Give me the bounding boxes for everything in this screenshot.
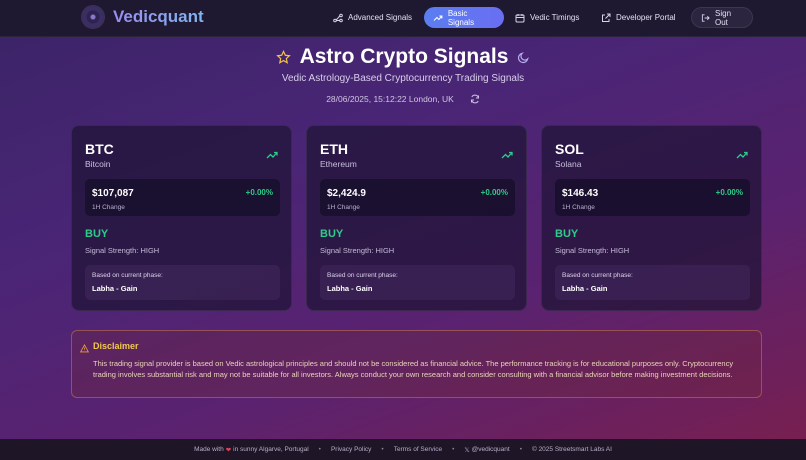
nav-label: Developer Portal [616,13,676,22]
card-change: +0.00% [715,188,743,197]
trend-up-icon [501,151,513,159]
star-icon [275,49,291,64]
footer-separator: • [381,446,384,453]
card-symbol: BTC [85,141,114,157]
card-symbol: SOL [555,141,584,157]
card-change: +0.00% [245,188,273,197]
phase-value: Labha - Gain [562,284,608,293]
disclaimer-text: This trading signal provider is based on… [93,359,734,379]
social-handle-link[interactable]: @vedicquant [472,446,510,453]
nav-developer-portal[interactable]: Developer Portal [592,7,685,28]
price-box: $146.43 +0.00% 1H Change [555,179,750,216]
card-price: $2,424.9 [327,188,366,199]
nav-label: Vedic Timings [530,13,580,22]
card-change-label: 1H Change [92,204,125,211]
card-signal: BUY [320,228,344,240]
moon-icon [518,51,530,63]
timestamp-row: 28/06/2025, 15:12:22 London, UK [0,94,806,104]
nav-basic-signals[interactable]: Basic Signals [424,7,504,28]
card-signal: BUY [85,228,109,240]
copyright: © 2025 Streetsmart Labs AI [531,446,612,453]
timestamp: 28/06/2025, 15:12:22 London, UK [326,94,454,104]
sign-out-label: Sign Out [715,8,732,27]
card-change-label: 1H Change [327,204,360,211]
logo-icon [82,6,104,28]
x-icon: 𝕏 [464,446,470,454]
footer-separator: • [519,446,522,453]
card-strength: Signal Strength: HIGH [85,246,160,255]
terms-link[interactable]: Terms of Service [394,446,442,453]
brand-name: Vedicquant [113,7,204,26]
card-change: +0.00% [480,188,508,197]
phase-label: Based on current phase: [327,272,398,279]
refresh-icon[interactable] [470,94,480,104]
footer-made-prefix: Made with [194,446,224,453]
price-box: $107,087 +0.00% 1H Change [85,179,280,216]
footer-separator: • [452,446,455,453]
calendar-icon [515,13,525,22]
card-coin-name: Ethereum [320,159,357,169]
trend-up-icon [736,151,748,159]
nav-vedic-timings[interactable]: Vedic Timings [506,7,588,28]
footer: Made with ❤ in sunny Algarve, Portugal •… [0,439,806,460]
card-strength: Signal Strength: HIGH [320,246,395,255]
signal-card-btc[interactable]: BTC Bitcoin $107,087 +0.00% 1H Change BU… [71,125,292,311]
phase-label: Based on current phase: [562,272,633,279]
phase-box: Based on current phase: Labha - Gain [85,265,280,300]
hero-title-row: Astro Crypto Signals [0,45,806,69]
nav-label: Basic Signals [447,8,475,27]
card-price: $146.43 [562,188,599,199]
signal-card-sol[interactable]: SOL Solana $146.43 +0.00% 1H Change BUY … [541,125,762,311]
phase-value: Labha - Gain [92,284,138,293]
warning-icon [80,344,89,353]
card-price: $107,087 [92,188,134,199]
trend-up-icon [433,14,443,21]
top-nav: Vedicquant Advanced Signals Basic Signal… [0,0,806,37]
disclaimer-title: Disclaimer [93,341,139,351]
card-strength: Signal Strength: HIGH [555,246,630,255]
nav-label: Advanced Signals [348,13,413,22]
card-coin-name: Solana [555,159,582,169]
card-coin-name: Bitcoin [85,159,111,169]
brand[interactable]: Vedicquant [82,6,204,28]
disclaimer-box: Disclaimer This trading signal provider … [71,330,762,398]
phase-box: Based on current phase: Labha - Gain [555,265,750,300]
price-box: $2,424.9 +0.00% 1H Change [320,179,515,216]
page-subtitle: Vedic Astrology-Based Cryptocurrency Tra… [281,73,525,84]
sign-out-button[interactable]: Sign Out [691,7,753,28]
phase-label: Based on current phase: [92,272,163,279]
footer-made-suffix: in sunny Algarve, Portugal [233,446,309,453]
card-change-label: 1H Change [562,204,595,211]
card-symbol: ETH [320,141,348,157]
network-icon [333,13,343,22]
page-title: Astro Crypto Signals [299,45,509,68]
phase-value: Labha - Gain [327,284,373,293]
phase-box: Based on current phase: Labha - Gain [320,265,515,300]
signal-card-eth[interactable]: ETH Ethereum $2,424.9 +0.00% 1H Change B… [306,125,527,311]
nav-advanced-signals[interactable]: Advanced Signals [324,7,421,28]
trend-up-icon [266,151,278,159]
privacy-link[interactable]: Privacy Policy [331,446,371,453]
sign-out-icon [701,13,710,22]
card-signal: BUY [555,228,579,240]
heart-icon: ❤ [225,446,232,454]
external-link-icon [602,13,611,22]
footer-separator: • [318,446,321,453]
